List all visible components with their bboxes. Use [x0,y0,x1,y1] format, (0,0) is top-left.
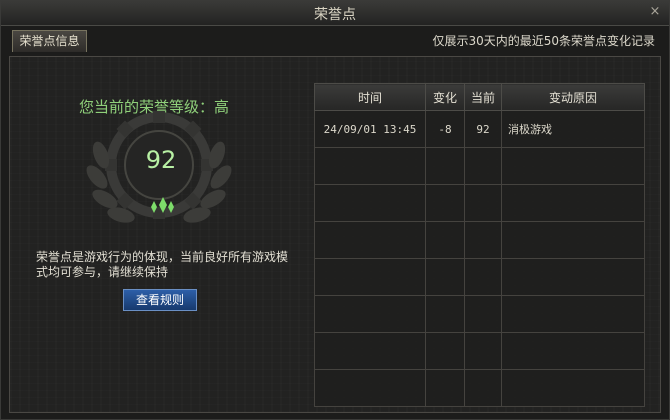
header-time: 时间 [314,83,426,111]
record-notice: 仅展示30天内的最近50条荣誉点变化记录 [432,34,655,48]
close-icon[interactable]: × [647,4,663,20]
cell-change [425,295,465,333]
table-row [314,369,645,407]
table-row: 24/09/01 13:45 -8 92 消极游戏 [314,110,645,148]
cell-change [425,221,465,259]
window-title: 荣誉点 [314,7,356,23]
cell-time [314,258,426,296]
table-row [314,332,645,370]
cell-reason [501,221,645,259]
cell-current [464,332,502,370]
cell-reason [501,369,645,407]
header-current: 当前 [464,83,502,111]
laurel-gear-emblem-icon [86,111,232,223]
view-rules-button[interactable]: 查看规则 [123,289,197,311]
cell-change [425,184,465,222]
cell-time: 24/09/01 13:45 [314,110,426,148]
cell-change [425,369,465,407]
cell-change [425,258,465,296]
cell-reason [501,332,645,370]
cell-change: -8 [425,110,465,148]
honor-score: 92 [145,146,177,174]
cell-time [314,332,426,370]
honor-description: 荣誉点是游戏行为的体现，当前良好所有游戏模式均可参与，请继续保持 [36,250,289,279]
cell-time [314,295,426,333]
cell-current [464,295,502,333]
cell-reason [501,258,645,296]
cell-change [425,147,465,185]
header-change: 变化 [425,83,465,111]
header-reason: 变动原因 [501,83,645,111]
cell-reason [501,295,645,333]
honor-records-table: 时间 变化 当前 变动原因 24/09/01 13:45 -8 92 消极游戏 [314,83,645,407]
cell-time [314,221,426,259]
honor-points-window: 荣誉点 × 荣誉点信息 仅展示30天内的最近50条荣誉点变化记录 您当前的荣誉等… [0,0,670,420]
cell-current [464,184,502,222]
cell-change [425,332,465,370]
cell-current [464,369,502,407]
table-header-row: 时间 变化 当前 变动原因 [314,83,645,111]
table-row [314,221,645,259]
cell-time [314,147,426,185]
cell-reason: 消极游戏 [501,110,645,148]
cell-time [314,369,426,407]
table-row [314,184,645,222]
title-bar[interactable]: 荣誉点 × [1,1,669,26]
cell-current [464,221,502,259]
cell-time [314,184,426,222]
tab-honor-points-info[interactable]: 荣誉点信息 [12,30,87,52]
cell-current [464,258,502,296]
cell-current: 92 [464,110,502,148]
cell-current [464,147,502,185]
table-row [314,258,645,296]
cell-reason [501,147,645,185]
table-row [314,147,645,185]
table-row [314,295,645,333]
cell-reason [501,184,645,222]
